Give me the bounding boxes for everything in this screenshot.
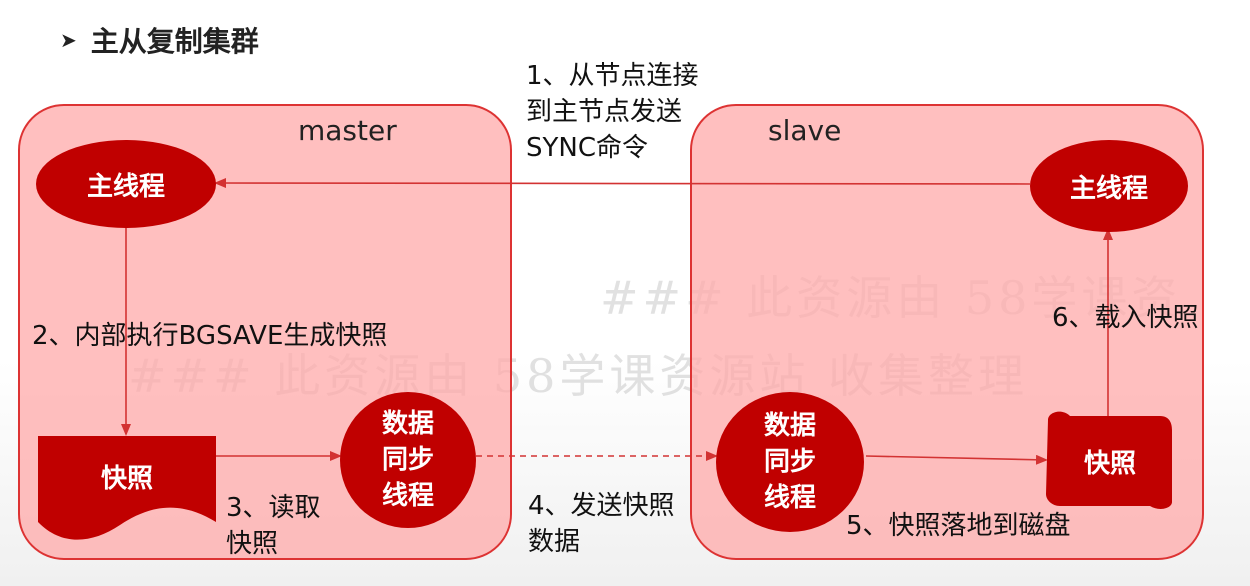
step1-label: 1、从节点连接 到主节点发送 SYNC命令 — [526, 58, 699, 166]
step3-label: 3、读取 快照 — [226, 490, 321, 562]
master-snapshot-node: 快照 — [38, 440, 216, 512]
persist-arrow — [865, 454, 1048, 465]
sync-arrow — [214, 178, 1031, 189]
step1-line: 1、从节点连接 — [526, 61, 699, 91]
step3-line: 快照 — [226, 529, 279, 559]
master-sync-line: 同步 — [381, 445, 434, 475]
slave-snapshot-node: 快照 — [1048, 420, 1172, 502]
master-snapshot-label: 快照 — [100, 463, 153, 494]
step5-label: 5、快照落地到磁盘 — [846, 511, 1071, 541]
master-sync-line: 线程 — [381, 481, 434, 511]
step4-line: 数据 — [528, 527, 581, 557]
master-main-thread-label: 主线程 — [86, 171, 165, 202]
slave-snapshot-label: 快照 — [1083, 448, 1136, 479]
slave-main-thread-node: 主线程 — [1030, 140, 1188, 232]
master-sync-thread-node: 数据 同步 线程 — [340, 392, 476, 528]
step6-label: 6、载入快照 — [1052, 303, 1199, 333]
master-sync-line: 数据 — [381, 409, 434, 439]
step1-line: 到主节点发送 — [526, 97, 683, 127]
step1-line: SYNC命令 — [526, 133, 648, 163]
step3-line: 3、读取 — [226, 493, 321, 523]
step4-label: 4、发送快照 数据 — [528, 488, 675, 560]
slave-sync-line: 线程 — [763, 483, 816, 513]
step2-label: 2、内部执行BGSAVE生成快照 — [32, 321, 388, 351]
slave-sync-line: 数据 — [763, 411, 816, 441]
slave-sync-thread-node: 数据 同步 线程 — [716, 392, 864, 532]
master-main-thread-node: 主线程 — [36, 140, 216, 228]
slave-main-thread-label: 主线程 — [1069, 173, 1148, 204]
slave-sync-line: 同步 — [763, 447, 816, 477]
step4-line: 4、发送快照 — [528, 491, 675, 521]
